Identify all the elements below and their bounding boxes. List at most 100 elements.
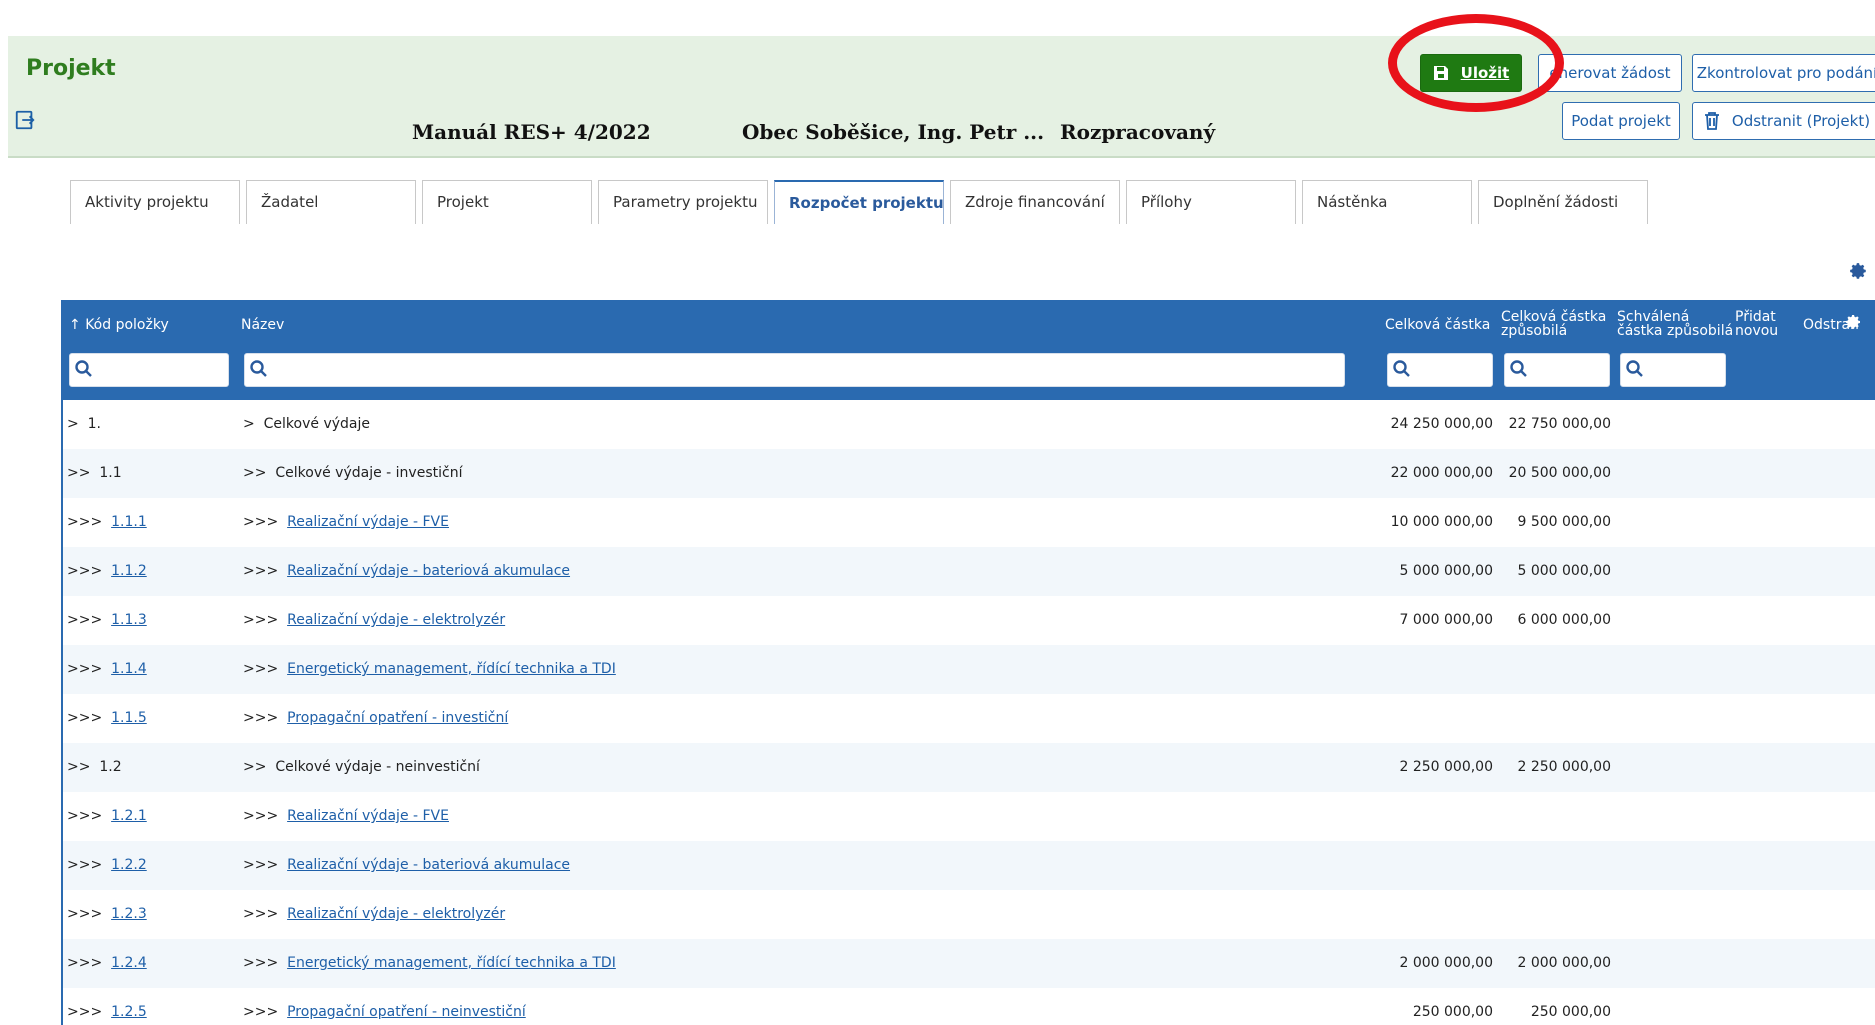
column-header-total[interactable]: Celková částka bbox=[1385, 318, 1490, 332]
item-name-link[interactable]: Realizační výdaje - FVE bbox=[287, 514, 449, 530]
item-name-link[interactable]: Propagační opatření - investiční bbox=[287, 710, 508, 726]
name-cell: >>> Realizační výdaje - FVE bbox=[243, 808, 449, 824]
exit-icon[interactable] bbox=[14, 109, 36, 131]
code-cell: >>> 1.2.2 bbox=[67, 857, 147, 873]
item-code-link[interactable]: 1.1.2 bbox=[111, 563, 147, 579]
level-prefix: >>> bbox=[243, 857, 279, 873]
column-header-approved-eligible[interactable]: Schválená částka způsobilá bbox=[1617, 310, 1735, 338]
sort-up-icon: ↑ bbox=[69, 317, 81, 333]
eligible-amount: 250 000,00 bbox=[1530, 1004, 1611, 1020]
tab-zdroje-financovani[interactable]: Zdroje financování bbox=[950, 180, 1120, 224]
item-name-link[interactable]: Realizační výdaje - FVE bbox=[287, 808, 449, 824]
tab-nastenka[interactable]: Nástěnka bbox=[1302, 180, 1472, 224]
item-code-link[interactable]: 1.2.3 bbox=[111, 906, 147, 922]
item-name-link[interactable]: Energetický management, řídící technika … bbox=[287, 955, 616, 971]
item-code-link[interactable]: 1.2.5 bbox=[111, 1004, 147, 1020]
filter-approved-eligible-input[interactable] bbox=[1620, 353, 1726, 387]
item-code-link[interactable]: 1.1.4 bbox=[111, 661, 147, 677]
tab-aktivity-projektu[interactable]: Aktivity projektu bbox=[70, 180, 240, 224]
item-code: 1. bbox=[87, 416, 101, 432]
tab-parametry-projektu[interactable]: Parametry projektu bbox=[598, 180, 768, 224]
item-name-link[interactable]: Energetický management, řídící technika … bbox=[287, 661, 616, 677]
item-code-link[interactable]: 1.2.4 bbox=[111, 955, 147, 971]
table-row[interactable]: >> 1.2 >> Celkové výdaje - neinvestiční 2 … bbox=[61, 743, 1875, 792]
item-name-link[interactable]: Realizační výdaje - elektrolyzér bbox=[287, 906, 505, 922]
generate-application-button[interactable]: enerovat žádost bbox=[1538, 54, 1682, 92]
delete-project-button[interactable]: Odstranit (Projekt) bbox=[1692, 102, 1875, 140]
search-icon bbox=[1393, 360, 1410, 377]
applicant-name: Obec Soběšice, Ing. Petr ... bbox=[742, 120, 1045, 144]
level-prefix: >>> bbox=[67, 612, 103, 628]
item-code-link[interactable]: 1.2.1 bbox=[111, 808, 147, 824]
item-name-link[interactable]: Realizační výdaje - bateriová akumulace bbox=[287, 857, 570, 873]
name-cell: >>> Realizační výdaje - FVE bbox=[243, 514, 449, 530]
tab-projekt[interactable]: Projekt bbox=[422, 180, 592, 224]
item-code-link[interactable]: 1.1.1 bbox=[111, 514, 147, 530]
tab-rozpocet-projektu[interactable]: Rozpočet projektu bbox=[774, 180, 944, 224]
code-cell: >> 1.2 bbox=[67, 759, 122, 775]
table-row[interactable]: >> 1.1 >> Celkové výdaje - investiční 22 0… bbox=[61, 449, 1875, 498]
total-amount: 5 000 000,00 bbox=[1399, 563, 1493, 579]
code-cell: >>> 1.2.3 bbox=[67, 906, 147, 922]
item-code-link[interactable]: 1.1.5 bbox=[111, 710, 147, 726]
table-row[interactable]: >>> 1.1.1 >>> Realizační výdaje - FVE 10 0… bbox=[61, 498, 1875, 547]
column-header-name[interactable]: Název bbox=[241, 318, 284, 332]
filter-total-input[interactable] bbox=[1387, 353, 1493, 387]
column-header-total-eligible[interactable]: Celková částka způsobilá bbox=[1501, 310, 1613, 338]
total-amount: 24 250 000,00 bbox=[1390, 416, 1493, 432]
gear-icon[interactable] bbox=[1850, 262, 1868, 280]
level-prefix: >>> bbox=[67, 563, 103, 579]
tab-doplneni-zadosti[interactable]: Doplnění žádosti bbox=[1478, 180, 1648, 224]
tab-prilohy[interactable]: Přílohy bbox=[1126, 180, 1296, 224]
submit-project-button[interactable]: Podat projekt bbox=[1562, 102, 1680, 140]
search-icon bbox=[250, 360, 267, 377]
item-code-link[interactable]: 1.1.3 bbox=[111, 612, 147, 628]
table-row[interactable]: >>> 1.2.2 >>> Realizační výdaje - baterio… bbox=[61, 841, 1875, 890]
table-row[interactable]: > 1. > Celkové výdaje 24 250 000,00 22 750 … bbox=[61, 400, 1875, 449]
filter-total-eligible-input[interactable] bbox=[1504, 353, 1610, 387]
table-row[interactable]: >>> 1.1.4 >>> Energetický management, říd… bbox=[61, 645, 1875, 694]
column-header-add-new[interactable]: Přidat novou bbox=[1735, 310, 1795, 338]
total-amount: 250 000,00 bbox=[1412, 1004, 1493, 1020]
eligible-amount: 9 500 000,00 bbox=[1517, 514, 1611, 530]
code-cell: >>> 1.1.3 bbox=[67, 612, 147, 628]
level-prefix: >>> bbox=[243, 906, 279, 922]
level-prefix: >>> bbox=[243, 710, 279, 726]
table-row[interactable]: >>> 1.2.4 >>> Energetický management, říd… bbox=[61, 939, 1875, 988]
level-prefix: >>> bbox=[67, 857, 103, 873]
item-code-link[interactable]: 1.2.2 bbox=[111, 857, 147, 873]
name-cell: > Celkové výdaje bbox=[243, 416, 370, 432]
table-row[interactable]: >>> 1.1.3 >>> Realizační výdaje - elektro… bbox=[61, 596, 1875, 645]
table-row[interactable]: >>> 1.2.5 >>> Propagační opatření - neinv… bbox=[61, 988, 1875, 1025]
floppy-disk-icon bbox=[1433, 66, 1448, 80]
name-cell: >>> Realizační výdaje - elektrolyzér bbox=[243, 906, 505, 922]
table-row[interactable]: >>> 1.1.2 >>> Realizační výdaje - baterio… bbox=[61, 547, 1875, 596]
eligible-amount: 22 750 000,00 bbox=[1508, 416, 1611, 432]
total-amount: 10 000 000,00 bbox=[1390, 514, 1493, 530]
eligible-amount: 6 000 000,00 bbox=[1517, 612, 1611, 628]
save-button[interactable]: Uložit bbox=[1420, 54, 1522, 92]
table-row[interactable]: >>> 1.2.1 >>> Realizační výdaje - FVE bbox=[61, 792, 1875, 841]
table-row[interactable]: >>> 1.2.3 >>> Realizační výdaje - elektro… bbox=[61, 890, 1875, 939]
item-name-link[interactable]: Realizační výdaje - elektrolyzér bbox=[287, 612, 505, 628]
level-prefix: >>> bbox=[67, 710, 103, 726]
search-icon bbox=[1626, 360, 1643, 377]
code-cell: >>> 1.2.1 bbox=[67, 808, 147, 824]
column-header-code[interactable]: ↑ Kód položky bbox=[69, 318, 169, 332]
column-settings-gear-icon[interactable] bbox=[1846, 314, 1862, 330]
name-cell: >>> Realizační výdaje - elektrolyzér bbox=[243, 612, 505, 628]
filter-code-input[interactable] bbox=[69, 353, 229, 387]
item-name-link[interactable]: Propagační opatření - neinvestiční bbox=[287, 1004, 526, 1020]
table-row[interactable]: >>> 1.1.5 >>> Propagační opatření - inves… bbox=[61, 694, 1875, 743]
name-cell: >>> Propagační opatření - neinvestiční bbox=[243, 1004, 526, 1020]
budget-table: ↑ Kód položky Název Celková částka Celko… bbox=[61, 300, 1875, 1025]
filter-name-input[interactable] bbox=[244, 353, 1345, 387]
item-name-link[interactable]: Realizační výdaje - bateriová akumulace bbox=[287, 563, 570, 579]
code-cell: >>> 1.1.2 bbox=[67, 563, 147, 579]
status-label: Rozpracovaný bbox=[1060, 120, 1216, 144]
tab-zadatel[interactable]: Žadatel bbox=[246, 180, 416, 224]
level-prefix: >>> bbox=[243, 808, 279, 824]
level-prefix: >>> bbox=[67, 514, 103, 530]
level-prefix: >>> bbox=[243, 661, 279, 677]
check-for-submission-button[interactable]: Zkontrolovat pro podání bbox=[1692, 54, 1875, 92]
